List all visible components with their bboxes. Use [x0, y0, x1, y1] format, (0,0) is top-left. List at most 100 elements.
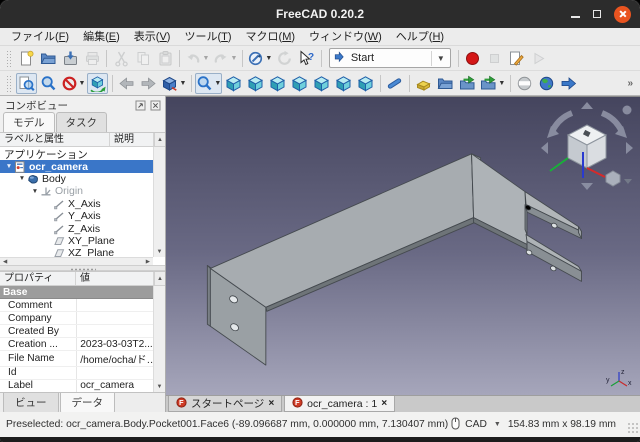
tree-item-origin[interactable]: ▼ Origin	[0, 185, 153, 197]
expand-caret-icon[interactable]: ▼	[30, 188, 40, 195]
open-document-icon[interactable]	[38, 48, 59, 69]
menubar: ファイル(F) 編集(E) 表示(V) ツール(T) マクロ(M) ウィンドウ(W) ヘルプ…	[0, 28, 640, 46]
navigation-style-icon[interactable]: ▼	[160, 73, 187, 94]
view-bottom-icon[interactable]	[333, 73, 354, 94]
panel-splitter[interactable]	[0, 265, 165, 271]
property-scroll-up[interactable]: ▲	[154, 272, 165, 285]
property-tab-0[interactable]: ビュー	[3, 393, 59, 414]
property-value-file-name[interactable]: /home/ocha/ド…	[76, 350, 154, 367]
tree-scroll-down[interactable]: ▼	[157, 249, 163, 255]
property-scroll-down[interactable]: ▼	[157, 384, 163, 390]
undo-icon[interactable]: ▼	[184, 48, 211, 69]
workbench-selector[interactable]: Start ▼	[328, 48, 451, 68]
view-top-icon[interactable]	[267, 73, 288, 94]
new-document-icon[interactable]	[16, 48, 37, 69]
tree-horizontal-scrollbar[interactable]: ◀ ▶	[0, 257, 153, 265]
edit-mode-icon[interactable]: ▼	[246, 48, 273, 69]
view-front-icon[interactable]	[245, 73, 266, 94]
tree-scroll-right[interactable]: ▶	[146, 259, 150, 265]
panel-close-icon[interactable]	[149, 99, 161, 111]
macro-stop-icon[interactable]	[484, 48, 505, 69]
tree-item-0[interactable]: アプリケーション	[0, 148, 153, 161]
view-axonometric-icon[interactable]	[223, 73, 244, 94]
close-button[interactable]	[614, 5, 631, 23]
maximize-button[interactable]	[593, 10, 601, 18]
refresh-icon[interactable]	[274, 48, 295, 69]
whats-this-icon[interactable]: ?	[296, 48, 317, 69]
tree-item-body[interactable]: ▼ Body	[0, 173, 153, 185]
combo-tab-1[interactable]: タスク	[55, 112, 107, 132]
panel-float-icon[interactable]	[134, 99, 146, 111]
save-icon[interactable]	[60, 48, 81, 69]
view-fit-selection-icon[interactable]	[38, 73, 59, 94]
combo-tab-0[interactable]: モデル	[3, 112, 55, 132]
macro-record-icon[interactable]	[462, 48, 483, 69]
toolbar-overflow[interactable]: »	[627, 78, 633, 89]
property-group-base[interactable]: Base	[0, 286, 154, 300]
menu-item-4[interactable]: マクロ(M)	[239, 28, 303, 46]
tree-item-xy-plane[interactable]: XY_Plane	[0, 235, 153, 247]
tree-scroll-left[interactable]: ◀	[3, 259, 7, 265]
menu-item-3[interactable]: ツール(T)	[177, 28, 238, 46]
menu-item-5[interactable]: ウィンドウ(W)	[302, 28, 389, 46]
expand-caret-icon[interactable]: ▼	[4, 163, 14, 170]
copy-icon[interactable]	[133, 48, 154, 69]
paste-icon[interactable]	[155, 48, 176, 69]
export-alt-icon[interactable]: ▼	[479, 73, 506, 94]
property-value-id[interactable]	[76, 366, 154, 380]
navigation-style-value[interactable]: CAD	[465, 419, 487, 430]
view-right-icon[interactable]	[289, 73, 310, 94]
workbench-dropdown[interactable]: ▼	[430, 50, 447, 66]
web-page-icon[interactable]	[514, 73, 535, 94]
menu-item-6[interactable]: ヘルプ(H)	[389, 28, 451, 46]
mdi-tab-0[interactable]: F スタートページ ×	[168, 396, 283, 412]
macro-edit-icon[interactable]	[506, 48, 527, 69]
tree-item-x-axis[interactable]: X_Axis	[0, 198, 153, 210]
export-icon[interactable]	[457, 73, 478, 94]
property-value-company[interactable]	[76, 311, 154, 326]
menu-item-0[interactable]: ファイル(F)	[4, 28, 76, 46]
expand-caret-icon[interactable]: ▼	[17, 175, 27, 182]
tree-item-y-axis[interactable]: Y_Axis	[0, 210, 153, 222]
draw-style-icon[interactable]: ▼	[60, 73, 87, 94]
documents-folder-icon[interactable]	[435, 73, 456, 94]
menu-item-1[interactable]: 編集(E)	[76, 28, 127, 46]
select-forward-icon[interactable]	[138, 73, 159, 94]
view-fit-all-icon[interactable]	[15, 72, 37, 94]
view-left-icon[interactable]	[355, 73, 376, 94]
menu-item-2[interactable]: 表示(V)	[127, 28, 178, 46]
zoom-tools-icon[interactable]: ▼	[195, 72, 223, 94]
property-value-creation[interactable]: 2023-03-03T2...	[76, 337, 154, 351]
property-value-created-by[interactable]	[76, 324, 154, 339]
mdi-tab-close-icon[interactable]: ×	[268, 398, 274, 409]
mdi-tab-close-icon[interactable]: ×	[381, 398, 387, 409]
view-toolbar-handle[interactable]	[6, 74, 12, 92]
tree-item-z-axis[interactable]: Z_Axis	[0, 222, 153, 235]
titlebar[interactable]: FreeCAD 0.20.2	[0, 0, 640, 28]
view-isometric-icon[interactable]	[87, 72, 109, 94]
navigation-cube[interactable]	[539, 100, 635, 192]
tree-item-ocr-camera[interactable]: ▼ ocr_camera	[0, 160, 153, 173]
tree-vertical-scrollbar[interactable]: ▼	[153, 147, 165, 257]
file-toolbar-handle[interactable]	[6, 49, 12, 67]
property-value-comment[interactable]	[76, 298, 154, 313]
resize-grip[interactable]	[627, 421, 638, 433]
property-vertical-scrollbar[interactable]: ▼	[153, 286, 165, 392]
macro-play-icon[interactable]	[528, 48, 549, 69]
mdi-tab-1[interactable]: Focr_camera : 1 ×	[284, 396, 396, 412]
website-icon[interactable]	[536, 73, 557, 94]
measure-distance-icon[interactable]	[384, 73, 405, 94]
viewport-3d[interactable]: z y x	[166, 96, 640, 395]
property-tab-1[interactable]: データ	[59, 393, 115, 414]
part-icon[interactable]	[413, 73, 434, 94]
print-icon[interactable]	[82, 48, 103, 69]
select-back-icon[interactable]	[116, 73, 137, 94]
forward-nav-icon[interactable]	[558, 73, 579, 94]
cut-icon[interactable]	[111, 48, 132, 69]
view-rear-icon[interactable]	[311, 73, 332, 94]
tree-scroll-up[interactable]: ▲	[154, 133, 165, 146]
property-value-label[interactable]: ocr_camera	[76, 379, 154, 392]
navigation-style-dropdown[interactable]: ▼	[494, 421, 501, 428]
redo-icon[interactable]: ▼	[211, 48, 238, 69]
minimize-button[interactable]	[571, 16, 580, 18]
